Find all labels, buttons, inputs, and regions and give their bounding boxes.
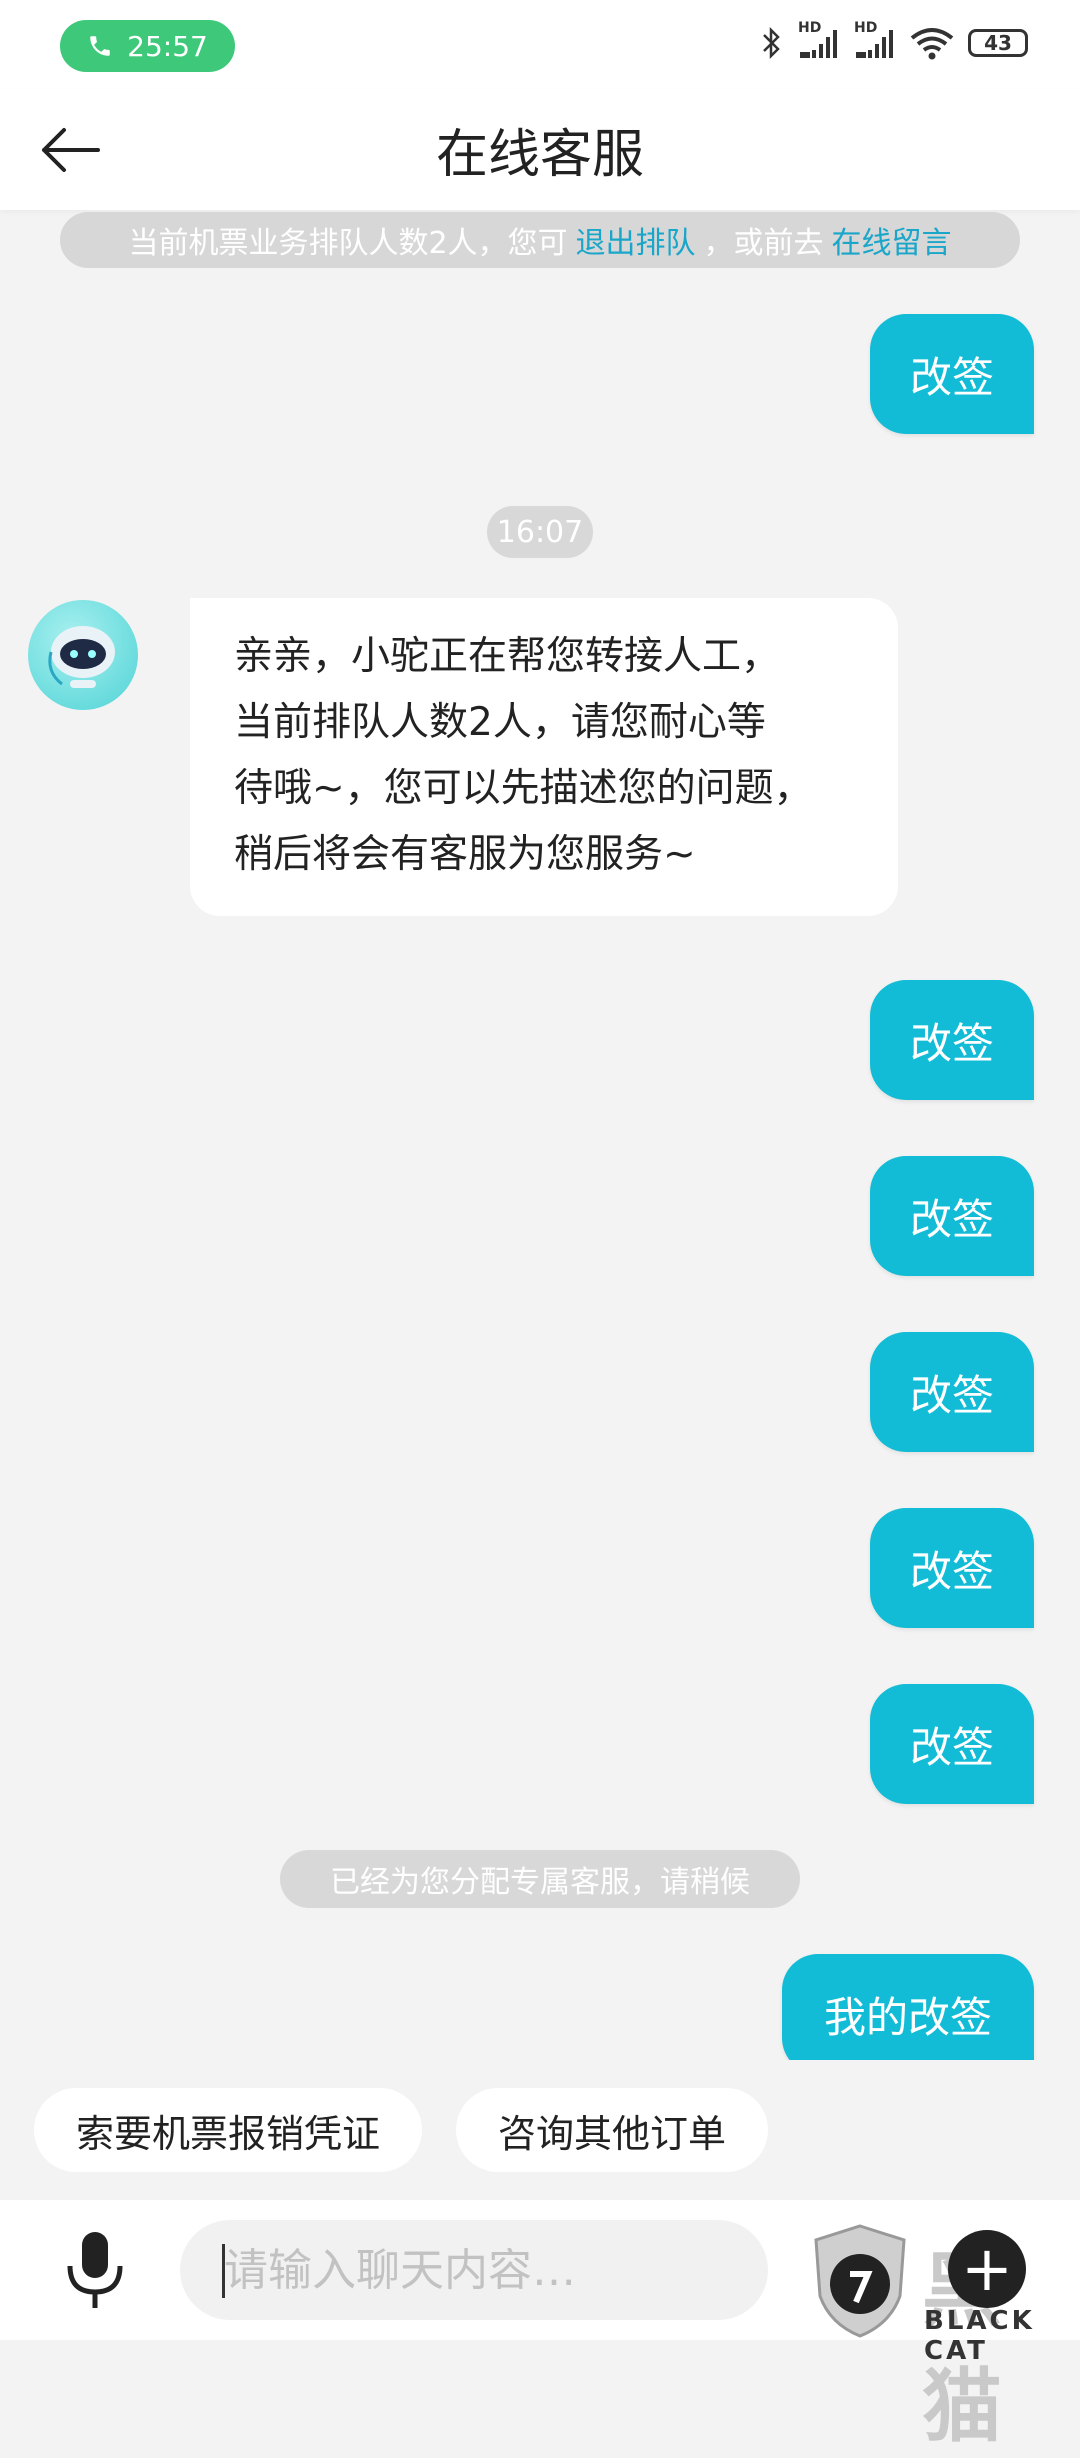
agent-message: 亲亲，小驼正在帮您转接人工， 当前排队人数2人，请您耐心等 待哦~，您可以先描述…: [190, 598, 898, 916]
quick-reply-other-orders[interactable]: 咨询其他订单: [456, 2088, 768, 2172]
user-message: 改签: [870, 314, 1034, 434]
queue-notice-middle: ，或前去: [703, 226, 824, 261]
bluetooth-icon: [760, 26, 784, 60]
system-notice: 已经为您分配专属客服，请稍候: [280, 1850, 800, 1908]
page-title: 在线客服: [435, 125, 644, 185]
signal-label-2: HD: [854, 20, 878, 36]
signal-label: HD: [798, 20, 822, 36]
user-message: 改签: [870, 1156, 1034, 1276]
status-bar: 25:57 HD HD 43: [0, 0, 1080, 90]
agent-message-line: 当前排队人数2人，请您耐心等: [234, 700, 766, 745]
agent-message-line: 待哦~，您可以先描述您的问题，: [234, 766, 813, 811]
ongoing-call-pill[interactable]: 25:57: [60, 20, 235, 72]
microphone-icon: [67, 2232, 123, 2308]
cell-signal-icon-2: HD: [854, 20, 896, 60]
queue-notice-text: 当前机票业务排队人数2人，您可: [128, 226, 568, 261]
message-input[interactable]: [222, 2243, 746, 2297]
battery-indicator: 43: [968, 29, 1028, 57]
wifi-icon: [910, 26, 954, 60]
agent-avatar[interactable]: [28, 600, 138, 710]
user-message: 我的改签: [782, 1954, 1034, 2060]
user-message: 改签: [870, 1332, 1034, 1452]
timestamp: 16:07: [487, 506, 593, 558]
header-bar: 在线客服: [0, 90, 1080, 210]
status-icons: HD HD 43: [760, 20, 1028, 60]
quick-reply-invoice[interactable]: 索要机票报销凭证: [34, 2088, 422, 2172]
voice-button[interactable]: [60, 2228, 130, 2312]
user-message: 改签: [870, 980, 1034, 1100]
message-input-wrapper[interactable]: [180, 2220, 768, 2320]
user-message: 改签: [870, 1684, 1034, 1804]
agent-message-line: 亲亲，小驼正在帮您转接人工，: [234, 634, 781, 679]
queue-notice: 当前机票业务排队人数2人，您可 退出排队 ，或前去 在线留言: [60, 212, 1020, 268]
chat-scroll-clip: 我的改签: [0, 1950, 1080, 2060]
watermark-logo-icon: [814, 2224, 906, 2338]
text-caret: [222, 2244, 225, 2298]
plus-button[interactable]: +: [948, 2230, 1026, 2308]
phone-icon: [90, 36, 110, 56]
robot-icon: [48, 626, 115, 688]
agent-message-line: 稍后将会有客服为您服务~: [234, 832, 696, 877]
plus-icon: +: [961, 2232, 1013, 2305]
exit-queue-link[interactable]: 退出排队: [576, 218, 696, 262]
call-duration: 25:57: [127, 29, 208, 63]
watermark-subtext: BLACK CAT: [924, 2306, 1035, 2366]
cell-signal-icon: HD: [798, 20, 840, 60]
input-bar: 黑猫 BLACK CAT +: [0, 2200, 1080, 2453]
user-message: 改签: [870, 1508, 1034, 1628]
leave-message-link[interactable]: 在线留言: [832, 218, 952, 262]
